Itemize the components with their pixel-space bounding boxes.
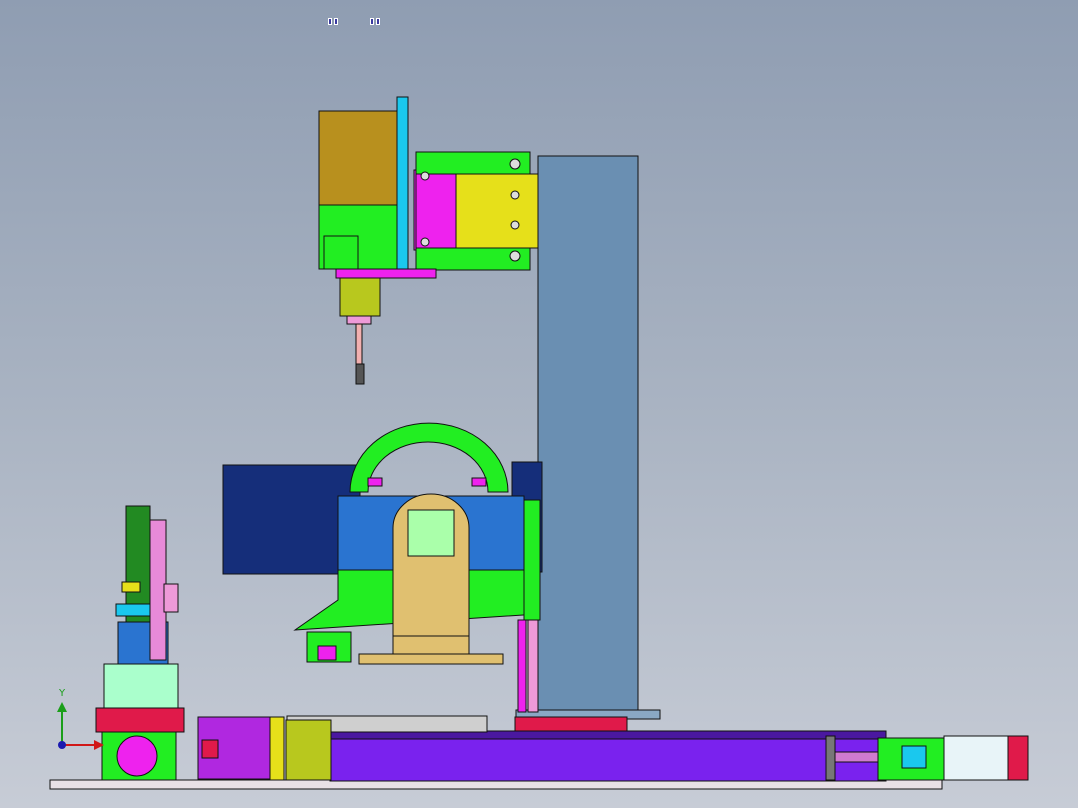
triad-y-label: Y [59,688,66,699]
right-end-cyan [901,745,927,769]
leadscrew-pink [834,751,881,763]
drive-motor-plug [201,739,219,759]
actuator-coupling [285,719,332,781]
bolt-6 [510,220,520,230]
spindle-magenta-plate [413,169,457,251]
trunnion-pink-left [367,477,383,487]
bolt-1 [509,158,521,170]
turret-green-drum [103,663,179,709]
tilt-arm-foot [392,635,470,655]
turret-base-red [95,707,185,733]
support-rod-left [517,619,527,713]
turret-yellow-clip [121,581,141,593]
bolt-4 [420,237,430,247]
trunnion-pink-right [471,477,487,487]
end-pulley [116,735,158,777]
trunnion-green-right [523,499,541,621]
turret-pink-knob [163,583,179,613]
spindle-nut [346,315,372,325]
turret-cyan-clip [115,603,151,617]
tool-bit [355,363,365,385]
support-rod-right [527,619,539,713]
vertical-column [537,155,639,719]
actuator-spacer [269,716,285,781]
linear-guide-foot [317,645,337,661]
spindle-motor [318,110,398,208]
servo-motor [943,735,1009,781]
bolt-5 [510,190,520,200]
cad-viewport[interactable]: Y [0,0,1078,808]
tilt-arm-base [358,653,504,665]
actuator-end-clamp [825,735,836,781]
spindle-green-inner [323,235,359,270]
servo-motor-cap [1007,735,1029,781]
rotary-plate [407,509,455,557]
bolt-3 [420,171,430,181]
tool-shank [355,323,363,365]
spindle-collet [339,277,381,317]
spindle-yellow-slide [455,173,539,249]
bolt-2 [509,250,521,262]
spindle-cyan-plate [396,96,409,270]
spindle-magenta-strip [335,268,437,279]
machine-model[interactable] [0,0,1078,808]
